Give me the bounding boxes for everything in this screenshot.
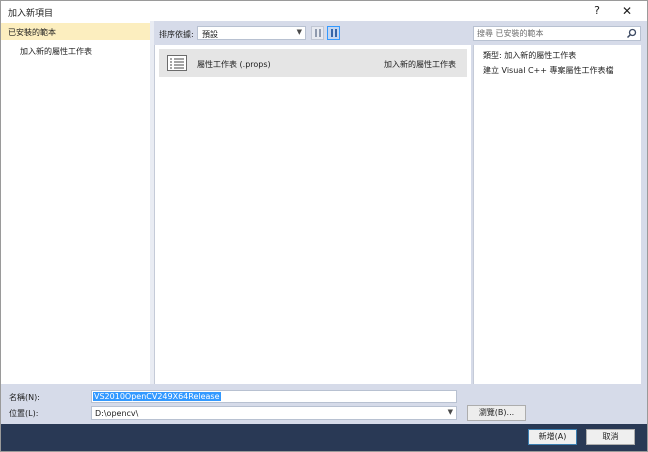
sort-value: 預設 — [202, 30, 218, 39]
title-bar: 加入新項目 ? ✕ — [1, 1, 647, 21]
list-view-button[interactable] — [327, 26, 340, 40]
template-details: 類型: 加入新的屬性工作表 建立 Visual C++ 專案屬性工作表檔 — [473, 45, 641, 384]
location-combobox[interactable]: D:\opencv\ ▼ — [91, 406, 457, 420]
add-new-item-dialog: 加入新項目 ? ✕ 已安裝的範本 加入新的屬性工作表 排序依據: 預設 ▼ 搜尋… — [0, 0, 648, 452]
small-icons-icon — [315, 29, 317, 37]
chevron-down-icon: ▼ — [296, 28, 302, 36]
template-list: 屬性工作表 (.props) 加入新的屬性工作表 — [154, 45, 471, 384]
location-value: D:\opencv\ — [95, 409, 139, 418]
small-icons-icon — [319, 29, 321, 37]
template-type: 類型: 加入新的屬性工作表 — [483, 51, 577, 60]
property-sheet-icon — [167, 55, 187, 71]
chevron-down-icon[interactable]: ▼ — [448, 408, 453, 416]
list-view-icon — [331, 29, 333, 37]
template-category: 加入新的屬性工作表 — [384, 60, 456, 69]
location-label: 位置(L): — [9, 409, 39, 418]
template-item-property-sheet[interactable]: 屬性工作表 (.props) 加入新的屬性工作表 — [159, 49, 467, 77]
close-button[interactable]: ✕ — [619, 3, 635, 19]
list-view-icon — [335, 29, 337, 37]
template-name: 屬性工作表 (.props) — [197, 60, 271, 69]
name-label: 名稱(N): — [9, 393, 40, 402]
search-icon[interactable] — [626, 28, 637, 39]
template-description: 建立 Visual C++ 專案屬性工作表檔 — [483, 66, 614, 75]
search-input[interactable] — [477, 28, 625, 39]
name-value: VS2010OpenCV249X64Release — [93, 392, 221, 401]
dialog-title: 加入新項目 — [8, 9, 54, 19]
sort-dropdown[interactable]: 預設 ▼ — [197, 26, 306, 40]
cancel-button[interactable]: 取消 — [586, 429, 635, 445]
browse-button[interactable]: 瀏覽(B)... — [467, 405, 526, 421]
sort-label: 排序依據: — [159, 30, 194, 39]
tree-item-add-property-sheet[interactable]: 加入新的屬性工作表 — [20, 46, 92, 57]
tree-item-label: 已安裝的範本 — [8, 28, 56, 37]
template-tree: 已安裝的範本 加入新的屬性工作表 — [1, 21, 150, 384]
add-button[interactable]: 新增(A) — [528, 429, 577, 445]
name-field[interactable]: VS2010OpenCV249X64Release — [91, 390, 457, 403]
help-button[interactable]: ? — [589, 3, 605, 19]
tree-item-installed-templates[interactable]: 已安裝的範本 — [1, 23, 150, 40]
search-box — [473, 26, 641, 41]
small-icons-view-button[interactable] — [311, 26, 324, 40]
